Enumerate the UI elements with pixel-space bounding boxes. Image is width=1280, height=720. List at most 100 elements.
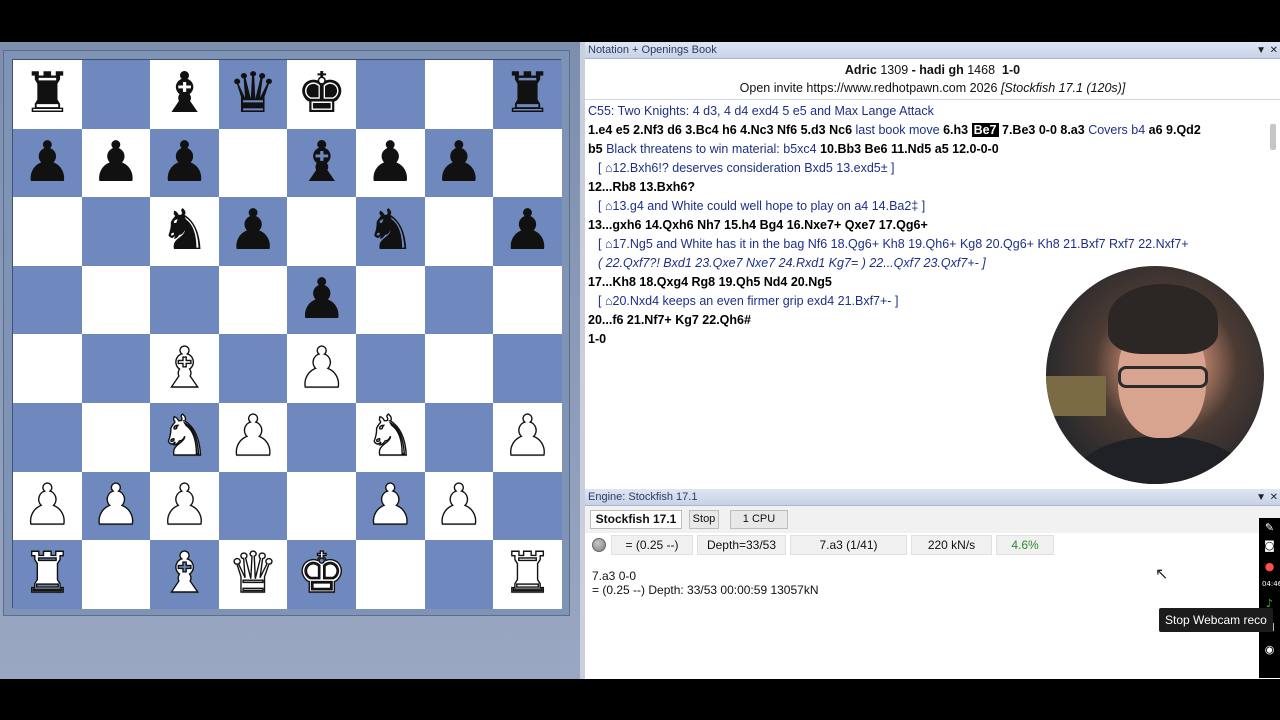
chess-board[interactable]: ♜ ♝ ♛ ♚ ♜ ♟ ♟ ♟ ♝ ♟ ♟ ♞ ♟ ♞ ♟ ♟ ♝ ♟ ♞ ♟ ♞ ♟ ♟ ♟ ♟ ♟ ♟ ♜ ♝ ♛ ♚ ♜ (12, 59, 562, 609)
square-f1[interactable] (355, 540, 425, 609)
square-d5[interactable] (218, 265, 288, 335)
variation-2[interactable]: [ ⌂13.g4 and White could well hope to pl… (588, 197, 1276, 216)
black-pawn-icon[interactable]: ♟ (228, 203, 278, 259)
variation-1[interactable]: [ ⌂12.Bxh6!? deserves consideration Bxd5… (588, 159, 1276, 178)
square-c1[interactable]: ♝ (150, 540, 219, 609)
white-pawn-icon[interactable]: ♟ (159, 477, 211, 534)
square-a1[interactable]: ♜ (13, 540, 82, 609)
black-pawn-icon[interactable]: ♟ (91, 134, 141, 191)
black-king-icon[interactable]: ♚ (297, 66, 347, 122)
square-h5[interactable] (493, 265, 562, 335)
square-f7[interactable]: ♟ (355, 128, 425, 198)
square-g4[interactable] (424, 334, 494, 403)
square-e5[interactable]: ♟ (287, 265, 356, 335)
moves-1-d[interactable]: 7.Be3 0-0 8.a3 (1002, 123, 1085, 137)
move-line-4[interactable]: 13...gxh6 14.Qxh6 Nh7 15.h4 Bg4 16.Nxe7+… (588, 216, 1276, 235)
engine-name-button[interactable]: Stockfish 17.1 (590, 510, 682, 529)
white-pawn-icon[interactable]: ♟ (433, 477, 485, 534)
square-h1[interactable]: ♜ (493, 540, 562, 609)
black-queen-icon[interactable]: ♛ (228, 66, 278, 122)
camera-icon[interactable]: ◙ (1262, 538, 1277, 553)
white-pawn-icon[interactable]: ♟ (227, 408, 279, 465)
square-c2[interactable]: ♟ (150, 471, 219, 541)
square-b8[interactable] (81, 60, 151, 129)
square-d2[interactable] (218, 471, 288, 541)
square-c5[interactable] (150, 265, 219, 335)
black-bishop-icon[interactable]: ♝ (159, 66, 209, 122)
white-queen-icon[interactable]: ♛ (227, 545, 279, 602)
white-king-icon[interactable]: ♚ (296, 545, 348, 602)
square-g3[interactable] (424, 402, 494, 472)
engine-close-icon[interactable]: ✕ (1270, 489, 1278, 506)
square-f8[interactable] (355, 60, 425, 129)
square-a7[interactable]: ♟ (13, 128, 82, 198)
square-e2[interactable] (287, 471, 356, 541)
square-c6[interactable]: ♞ (150, 197, 219, 266)
pane-close-icon[interactable]: ✕ (1270, 42, 1278, 59)
square-d3[interactable]: ♟ (218, 402, 288, 472)
square-g6[interactable] (424, 197, 494, 266)
record-icon[interactable]: ● (1262, 559, 1277, 574)
square-c4[interactable]: ♝ (150, 334, 219, 403)
square-c7[interactable]: ♟ (150, 128, 219, 198)
white-knight-icon[interactable]: ♞ (159, 408, 211, 465)
square-g8[interactable] (424, 60, 494, 129)
variation-3[interactable]: [ ⌂17.Ng5 and White has it in the bag Nf… (588, 235, 1276, 254)
black-knight-icon[interactable]: ♞ (159, 203, 209, 259)
square-b2[interactable]: ♟ (81, 471, 151, 541)
square-d7[interactable] (218, 128, 288, 198)
square-d1[interactable]: ♛ (218, 540, 288, 609)
square-d8[interactable]: ♛ (218, 60, 288, 129)
black-pawn-icon[interactable]: ♟ (22, 134, 72, 191)
moves-1-f[interactable]: a6 9.Qd2 (1149, 123, 1201, 137)
square-d6[interactable]: ♟ (218, 197, 288, 266)
square-d4[interactable] (218, 334, 288, 403)
scrollbar-thumb[interactable] (1270, 124, 1276, 150)
black-pawn-icon[interactable]: ♟ (159, 134, 209, 191)
stop-button[interactable]: Stop (689, 510, 719, 529)
square-a5[interactable] (13, 265, 82, 335)
notation-scrollbar[interactable] (1270, 122, 1278, 482)
square-h8[interactable]: ♜ (493, 60, 562, 129)
black-knight-icon[interactable]: ♞ (365, 203, 415, 259)
black-rook-icon[interactable]: ♜ (502, 66, 552, 122)
moves-1-a[interactable]: 1.e4 e5 2.Nf3 d6 3.Bc4 h6 4.Nc3 Nf6 5.d3… (588, 123, 852, 137)
pane-menu-icon[interactable]: ▼ (1256, 42, 1266, 59)
square-e4[interactable]: ♟ (287, 334, 356, 403)
square-g1[interactable] (424, 540, 494, 609)
white-rook-icon[interactable]: ♜ (21, 545, 73, 602)
white-pawn-icon[interactable]: ♟ (296, 339, 348, 396)
white-pawn-icon[interactable]: ♟ (90, 477, 142, 534)
black-player[interactable]: hadi gh (919, 63, 963, 77)
engine-menu-icon[interactable]: ▼ (1256, 489, 1266, 506)
moves-2-c[interactable]: 10.Bb3 Be6 11.Nd5 a5 12.0-0-0 (820, 142, 999, 156)
square-e8[interactable]: ♚ (287, 60, 356, 129)
square-e3[interactable] (287, 402, 356, 472)
cpu-button[interactable]: 1 CPU (730, 510, 788, 529)
move-line-2[interactable]: b5 Black threatens to win material: b5xc… (588, 140, 1276, 159)
black-rook-icon[interactable]: ♜ (22, 66, 72, 122)
square-g2[interactable]: ♟ (424, 471, 494, 541)
square-a6[interactable] (13, 197, 82, 266)
moves-2-a[interactable]: b5 (588, 142, 603, 156)
white-knight-icon[interactable]: ♞ (364, 408, 416, 465)
square-h2[interactable] (493, 471, 562, 541)
square-h3[interactable]: ♟ (493, 402, 562, 472)
square-b5[interactable] (81, 265, 151, 335)
webcam-toggle-icon[interactable]: ◉ (1262, 642, 1277, 657)
moves-1-c[interactable]: 6.h3 (943, 123, 968, 137)
white-pawn-icon[interactable]: ♟ (21, 477, 73, 534)
move-line-1[interactable]: 1.e4 e5 2.Nf3 d6 3.Bc4 h6 4.Nc3 Nf6 5.d3… (588, 121, 1276, 140)
square-h6[interactable]: ♟ (493, 197, 562, 266)
black-bishop-icon[interactable]: ♝ (297, 134, 347, 191)
square-c3[interactable]: ♞ (150, 402, 219, 472)
square-a4[interactable] (13, 334, 82, 403)
white-bishop-icon[interactable]: ♝ (159, 339, 211, 396)
square-g7[interactable]: ♟ (424, 128, 494, 198)
black-pawn-icon[interactable]: ♟ (502, 203, 552, 259)
pen-icon[interactable]: ✎ (1262, 520, 1277, 535)
square-a3[interactable] (13, 402, 82, 472)
move-line-3[interactable]: 12...Rb8 13.Bxh6? (588, 178, 1276, 197)
square-f6[interactable]: ♞ (355, 197, 425, 266)
square-c8[interactable]: ♝ (150, 60, 219, 129)
